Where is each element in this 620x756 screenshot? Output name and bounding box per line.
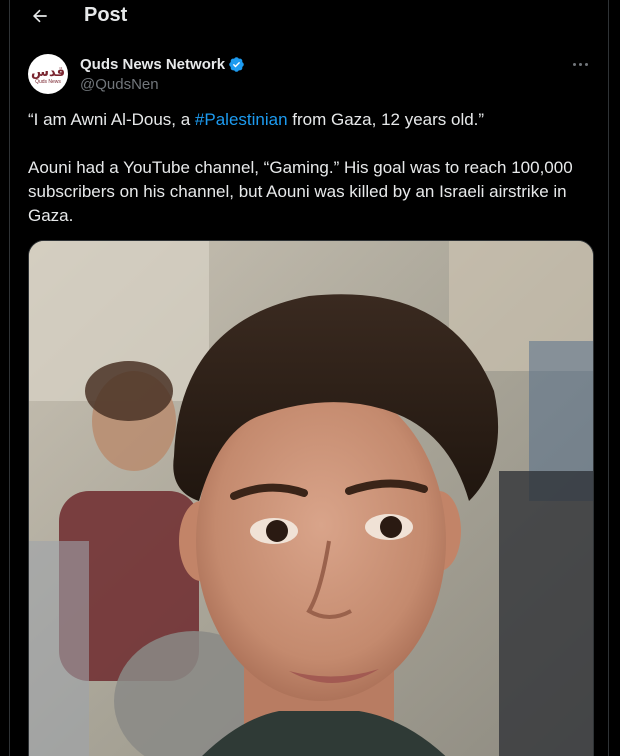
tweet-line-1: “I am Awni Al-Dous, a #Palestinian from … (28, 108, 598, 132)
avatar-logo-arabic: قدس (31, 64, 65, 80)
arrow-left-icon (32, 9, 47, 23)
more-options-button[interactable] (568, 56, 592, 72)
more-dots-icon (572, 62, 576, 66)
author-name[interactable]: Quds News Network (80, 56, 225, 73)
more-dot (584, 62, 588, 66)
author-handle[interactable]: @QudsNen (80, 76, 245, 93)
avatar-logo-english: Quds News (35, 78, 61, 85)
more-dot (578, 62, 582, 66)
tweet-text-segment: from Gaza, 12 years old.” (287, 110, 485, 129)
tweet-text: “I am Awni Al-Dous, a #Palestinian from … (28, 108, 598, 228)
page-title: Post (84, 4, 128, 26)
avatar[interactable]: قدس Quds News (28, 54, 68, 94)
top-header: Post (10, 0, 608, 34)
author-info: Quds News Network @QudsNen (80, 54, 245, 93)
post-view: Post قدس Quds News Quds News Network @Qu… (9, 0, 609, 756)
photo-boy-portrait (29, 241, 593, 756)
tweet-paragraph-2: Aouni had a YouTube channel, “Gaming.” H… (28, 158, 573, 225)
tweet-text-segment: “I am Awni Al-Dous, a (28, 110, 195, 129)
tweet-photo[interactable] (28, 240, 594, 756)
hashtag-link[interactable]: #Palestinian (195, 110, 288, 129)
verified-badge-icon (228, 56, 245, 73)
back-button[interactable] (26, 2, 54, 30)
